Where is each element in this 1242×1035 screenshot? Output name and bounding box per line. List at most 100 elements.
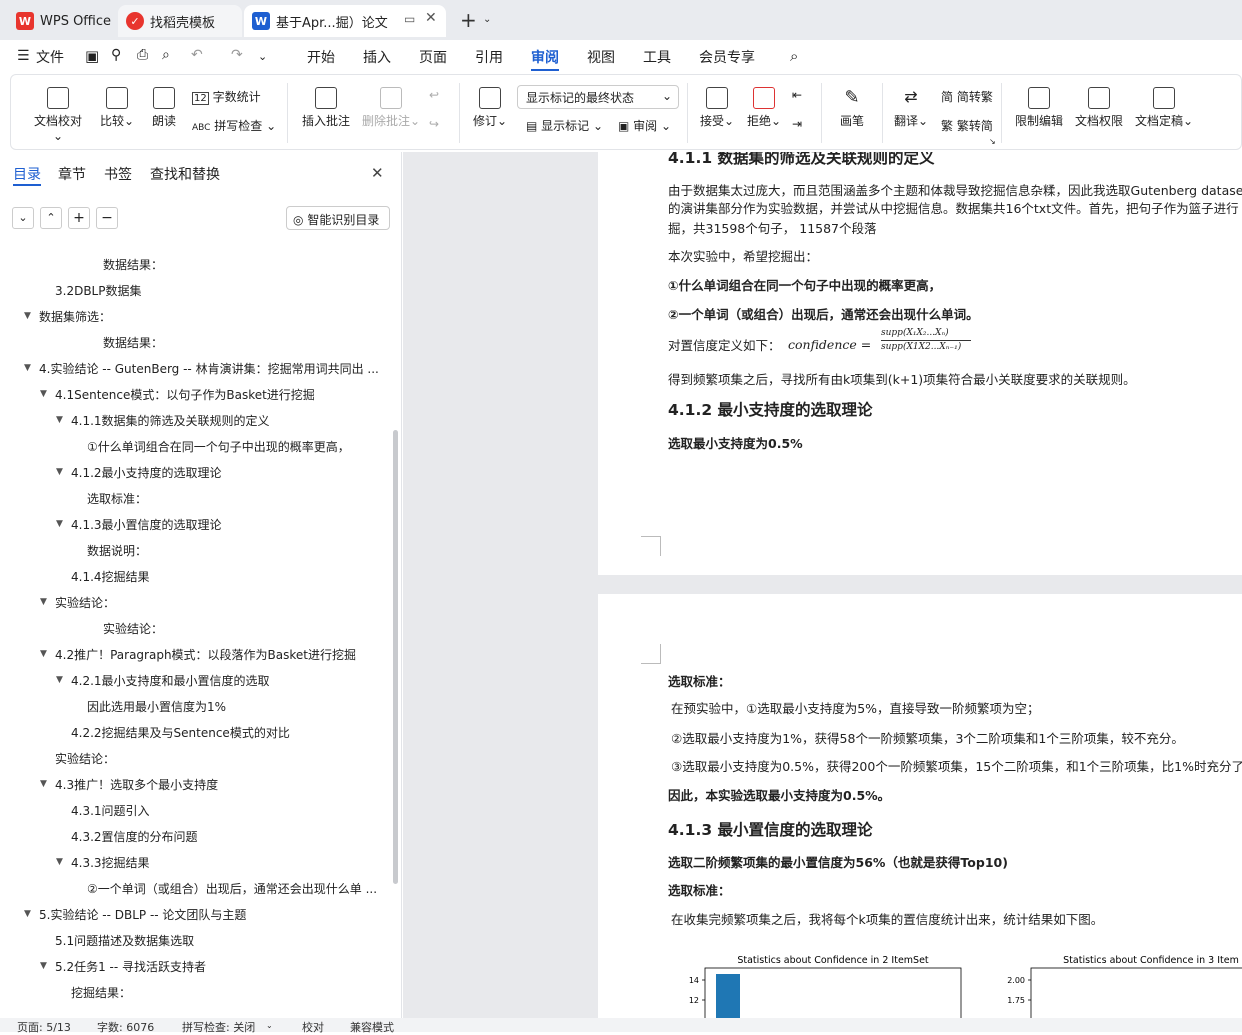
insert-comment-button[interactable]: 插入批注 [299,87,353,129]
accept-button[interactable]: 接受⌄ [699,87,735,129]
toc-item[interactable]: 5.2任务1 -- 寻找活跃支持者 [55,958,206,975]
menu-view[interactable]: 视图 [587,47,615,67]
undo-icon[interactable]: ↶ [191,47,203,63]
expand-caret-icon[interactable]: ▼ [56,467,63,477]
toc-item[interactable]: 挖掘结果： [71,984,131,1001]
tab-toc[interactable]: 目录 [13,164,41,184]
read-aloud-button[interactable]: 朗读 [149,87,179,129]
toc-item[interactable]: 4.1.4挖掘结果 [71,568,150,585]
menu-page[interactable]: 页面 [419,47,447,67]
add-heading-icon[interactable]: + [68,207,90,229]
menu-home[interactable]: 开始 [307,47,335,67]
toc-item[interactable]: 4.实验结论 -- GutenBerg -- 林肯演讲集：挖掘常用词共同出 ..… [39,360,379,377]
translate-button[interactable]: ⇄ 翻译⌄ [893,87,929,129]
collapse-icon[interactable]: ⌄ [12,207,34,229]
quick-access-more-icon[interactable]: ⌄ [258,50,267,63]
pin-icon[interactable]: ▭ [404,12,415,26]
toc-item[interactable]: ②一个单词（或组合）出现后，通常还会出现什么单 ... [87,880,377,897]
reject-button[interactable]: 拒绝⌄ [746,87,782,129]
expand-caret-icon[interactable]: ▼ [40,961,47,971]
toc-item[interactable]: 5.实验结论 -- DBLP -- 论文团队与主题 [39,906,246,923]
expand-caret-icon[interactable]: ▼ [24,363,31,373]
toc-item[interactable]: 4.2.2挖掘结果及与Sentence模式的对比 [71,724,290,741]
hamburger-icon[interactable]: ☰ [17,48,30,64]
link-icon[interactable]: ⚲ [111,47,121,63]
print-preview-icon[interactable]: ⌕ [162,47,170,63]
pen-button[interactable]: ✎ 画笔 [837,87,867,129]
restrict-edit-button[interactable]: 限制编辑 [1013,87,1065,129]
remove-heading-icon[interactable]: − [96,207,118,229]
toc-item[interactable]: 4.1.3最小置信度的选取理论 [71,516,222,533]
prev-change-icon[interactable]: ⇤ [792,88,802,102]
smart-toc-button[interactable]: ◎ 智能识别目录 [286,206,390,230]
next-comment-icon[interactable]: ↪ [429,117,439,131]
doc-proof-button[interactable]: 文档校对⌄ [29,87,87,143]
page-indicator[interactable]: 页面: 5/13 [17,1019,71,1035]
expand-caret-icon[interactable]: ▼ [24,909,31,919]
expand-caret-icon[interactable]: ▼ [56,519,63,529]
finalize-button[interactable]: 文档定稿⌄ [1133,87,1195,129]
toc-item[interactable]: 数据结果： [103,256,163,273]
chevron-down-icon[interactable]: ⌄ [266,1021,273,1030]
toc-item[interactable]: 数据说明： [87,542,147,559]
menu-review[interactable]: 审阅 [531,47,559,67]
print-icon[interactable]: ⎙ [137,47,148,63]
to-simplified-button[interactable]: 繁 繁转简 [941,117,993,134]
prev-comment-icon[interactable]: ↩ [429,88,439,102]
toc-item[interactable]: 4.3.3挖掘结果 [71,854,150,871]
doc-rights-button[interactable]: 文档权限 [1073,87,1125,129]
next-change-icon[interactable]: ⇥ [792,117,802,131]
toc-item[interactable]: 4.3推广！选取多个最小支持度 [55,776,218,793]
expand-caret-icon[interactable]: ▼ [40,597,47,607]
review-pane-button[interactable]: ▣ 审阅 ⌄ [618,117,671,134]
to-traditional-button[interactable]: 简 简转繁 [941,88,993,105]
proof-status[interactable]: 校对 [302,1019,324,1035]
delete-comment-button[interactable]: 删除批注⌄ [361,87,421,129]
menu-file[interactable]: 文件 [36,47,64,67]
new-tab-icon[interactable]: + [460,8,477,32]
markup-state-select[interactable]: 显示标记的最终状态 ⌄ [517,85,679,109]
menu-insert[interactable]: 插入 [363,47,391,67]
toc-item[interactable]: 实验结论： [55,750,115,767]
tab-docer[interactable]: ✓ 找稻壳模板 [118,5,242,37]
tab-bookmarks[interactable]: 书签 [104,164,132,184]
menu-member[interactable]: 会员专享 [699,47,755,67]
toc-item[interactable]: ①什么单词组合在同一个句子中出现的概率更高， [87,438,350,455]
expand-caret-icon[interactable]: ▼ [40,649,47,659]
expand-caret-icon[interactable]: ▼ [40,389,47,399]
tab-document[interactable]: W 基于Apr...掘）论文 ▭ ✕ [244,5,446,37]
scrollbar[interactable] [393,430,398,884]
spell-check-status[interactable]: 拼写检查: 关闭 [182,1019,255,1035]
toc-item[interactable]: 因此选用最小置信度为1% [87,698,226,715]
menu-references[interactable]: 引用 [475,47,503,67]
toc-item[interactable]: 4.1.1数据集的筛选及关联规则的定义 [71,412,270,429]
tab-chapters[interactable]: 章节 [58,164,86,184]
toc-item[interactable]: 3.2DBLP数据集 [55,282,141,299]
toc-item[interactable]: 5.1问题描述及数据集选取 [55,932,194,949]
close-icon[interactable]: ✕ [371,164,384,182]
tab-wps-office[interactable]: W WPS Office [8,5,114,37]
toc-item[interactable]: 数据结果： [103,334,163,351]
compare-button[interactable]: 比较⌄ [97,87,137,129]
show-markup-button[interactable]: ▤ 显示标记 ⌄ [526,117,603,134]
chevron-down-icon[interactable]: ⌄ [483,14,491,25]
toc-item[interactable]: 4.1.2最小支持度的选取理论 [71,464,222,481]
close-tab-icon[interactable]: ✕ [425,10,437,26]
search-icon[interactable]: ⌕ [790,47,798,65]
toc-item[interactable]: 选取标准： [87,490,147,507]
toc-item[interactable]: 4.3.1问题引入 [71,802,150,819]
expand-caret-icon[interactable]: ▼ [24,311,31,321]
revise-button[interactable]: 修订⌄ [471,87,509,129]
menu-tools[interactable]: 工具 [643,47,671,67]
save-icon[interactable]: ▣ [85,47,99,65]
toc-item[interactable]: 实验结论： [103,620,163,637]
toc-item[interactable]: 数据集筛选： [39,308,111,325]
redo-icon[interactable]: ↷ [231,47,243,63]
toc-item[interactable]: 4.1Sentence模式：以句子作为Basket进行挖掘 [55,386,315,403]
expand-icon[interactable]: ⌃ [40,207,62,229]
toc-item[interactable]: 4.3.2置信度的分布问题 [71,828,198,845]
spell-check-button[interactable]: ABC 拼写检查 ⌄ [192,117,276,134]
expand-caret-icon[interactable]: ▼ [40,779,47,789]
toc-item[interactable]: 4.2.1最小支持度和最小置信度的选取 [71,672,270,689]
expand-caret-icon[interactable]: ▼ [56,675,63,685]
